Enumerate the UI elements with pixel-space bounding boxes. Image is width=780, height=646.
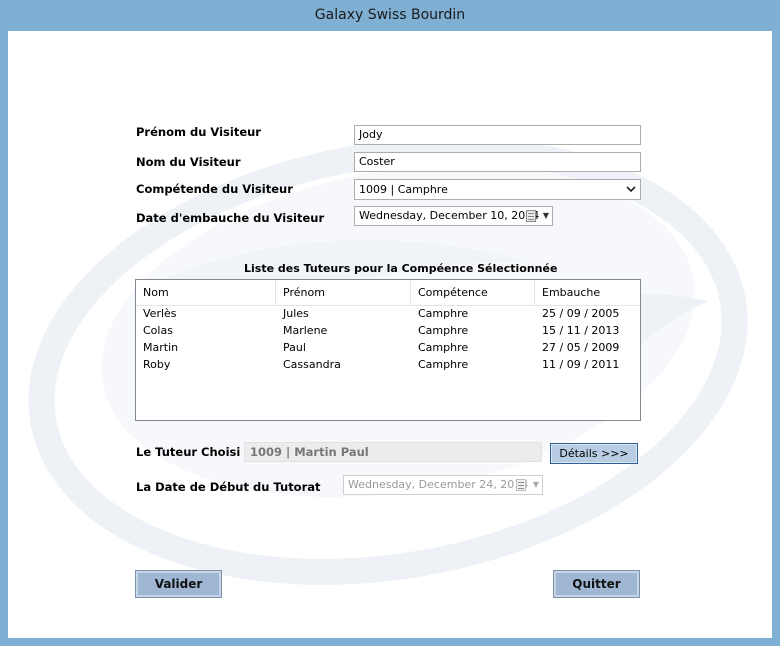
cell-nom: Verlès <box>143 307 177 320</box>
calendar-icon[interactable] <box>526 210 536 222</box>
cell-competence: Camphre <box>418 324 469 337</box>
app-window: Galaxy Swiss Bourdin Prénom du Visiteur … <box>0 0 780 646</box>
dropdown-arrow-icon[interactable]: ▼ <box>543 207 549 225</box>
table-row[interactable]: Colas Marlene Camphre 15 / 11 / 2013 <box>136 322 640 339</box>
cell-nom: Colas <box>143 324 173 337</box>
quitter-button[interactable]: Quitter <box>553 570 640 598</box>
table-row[interactable]: Martin Paul Camphre 27 / 05 / 2009 <box>136 339 640 356</box>
chevron-down-icon[interactable] <box>625 180 637 199</box>
date-debut-tutorat-picker: Wednesday, December 24, 2014 ▼ <box>343 475 543 495</box>
cell-competence: Camphre <box>418 307 469 320</box>
listview-header: Nom Prénom Compétence Embauche <box>136 280 640 306</box>
cell-embauche: 25 / 09 / 2005 <box>542 307 620 320</box>
cell-prenom: Marlene <box>283 324 328 337</box>
date-embauche-picker[interactable]: Wednesday, December 10, 2014 ▼ <box>354 206 553 226</box>
date-embauche-label: Date d'embauche du Visiteur <box>136 211 325 225</box>
date-debut-tutorat-label: La Date de Début du Tutorat <box>136 480 321 494</box>
column-header-embauche[interactable]: Embauche <box>535 280 640 305</box>
column-header-nom[interactable]: Nom <box>136 280 276 305</box>
tuteurs-list-title: Liste des Tuteurs pour la Compéence Séle… <box>244 262 558 275</box>
cell-embauche: 15 / 11 / 2013 <box>542 324 620 337</box>
form-client-area: Prénom du Visiteur Jody Nom du Visiteur … <box>8 31 772 638</box>
prenom-label: Prénom du Visiteur <box>136 125 261 139</box>
competence-label: Compétende du Visiteur <box>136 182 293 196</box>
dropdown-arrow-icon: ▼ <box>532 480 539 489</box>
cell-embauche: 11 / 09 / 2011 <box>542 358 620 371</box>
tuteur-choisi-label: Le Tuteur Choisi <box>136 445 241 459</box>
table-row[interactable]: Verlès Jules Camphre 25 / 09 / 2005 <box>136 305 640 322</box>
column-header-prenom[interactable]: Prénom <box>276 280 411 305</box>
nom-label: Nom du Visiteur <box>136 155 241 169</box>
details-button[interactable]: Détails >>> <box>550 443 638 464</box>
calendar-icon <box>516 479 526 491</box>
cell-prenom: Paul <box>283 341 306 354</box>
cell-competence: Camphre <box>418 358 469 371</box>
competence-select[interactable]: 1009 | Camphre <box>354 179 641 200</box>
competence-select-value: 1009 | Camphre <box>359 183 448 196</box>
cell-prenom: Jules <box>283 307 309 320</box>
valider-button[interactable]: Valider <box>135 570 222 598</box>
cell-competence: Camphre <box>418 341 469 354</box>
cell-prenom: Cassandra <box>283 358 341 371</box>
date-debut-tutorat-value: Wednesday, December 24, 2014 <box>348 478 529 491</box>
column-header-competence[interactable]: Compétence <box>411 280 535 305</box>
nom-input[interactable]: Coster <box>354 152 641 172</box>
tuteurs-listview[interactable]: Nom Prénom Compétence Embauche Verlès Ju… <box>135 279 641 421</box>
cell-nom: Roby <box>143 358 171 371</box>
cell-embauche: 27 / 05 / 2009 <box>542 341 620 354</box>
prenom-input[interactable]: Jody <box>354 125 641 145</box>
cell-nom: Martin <box>143 341 179 354</box>
table-row[interactable]: Roby Cassandra Camphre 11 / 09 / 2011 <box>136 356 640 373</box>
date-embauche-value: Wednesday, December 10, 2014 <box>359 209 540 222</box>
window-title: Galaxy Swiss Bourdin <box>314 7 466 23</box>
tuteur-choisi-field: 1009 | Martin Paul <box>244 442 542 462</box>
